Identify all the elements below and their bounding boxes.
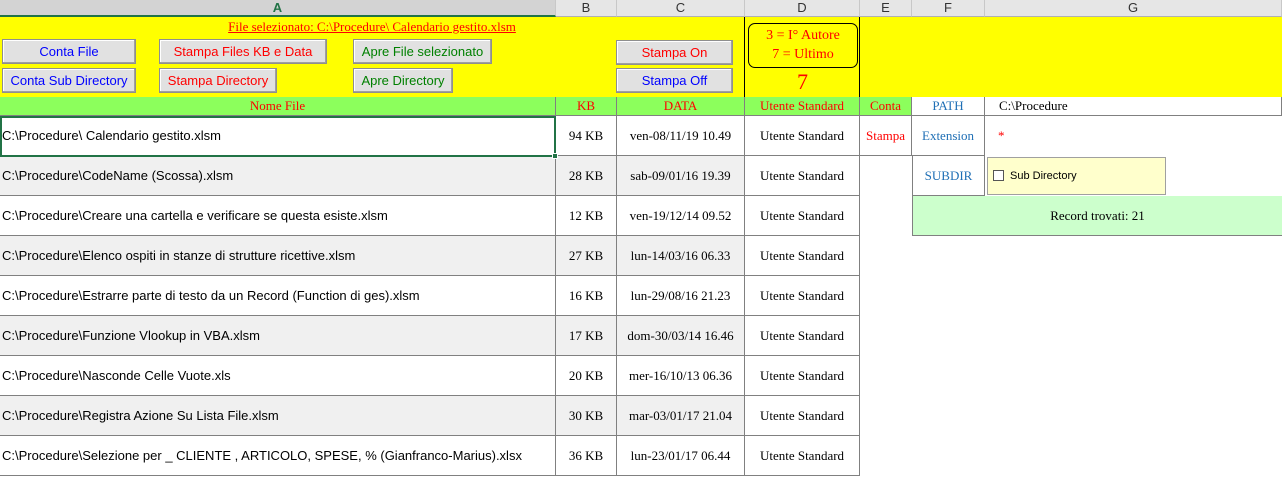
apre-file-button[interactable]: Apre File selezionato: [353, 39, 492, 64]
file-size-cell[interactable]: 17 KB: [556, 316, 617, 356]
header-conta: Conta: [860, 97, 912, 116]
file-date-cell[interactable]: lun-29/08/16 21.23: [617, 276, 745, 316]
file-name-cell[interactable]: C:\Procedure\Registra Azione Su Lista Fi…: [0, 396, 556, 436]
apre-directory-button[interactable]: Apre Directory: [353, 68, 453, 93]
path-value[interactable]: C:\Procedure: [985, 97, 1282, 116]
stampa-off-button[interactable]: Stampa Off: [616, 68, 733, 93]
fill-handle[interactable]: [552, 153, 558, 159]
conta-file-button[interactable]: Conta File: [2, 39, 136, 64]
file-date-cell[interactable]: lun-14/03/16 06.33: [617, 236, 745, 276]
file-name-cell[interactable]: C:\Procedure\Nasconde Celle Vuote.xls: [0, 356, 556, 396]
file-date-cell[interactable]: sab-09/01/16 19.39: [617, 156, 745, 196]
file-name-cell[interactable]: C:\Procedure\Creare una cartella e verif…: [0, 196, 556, 236]
file-user-cell[interactable]: Utente Standard: [745, 116, 860, 156]
stampa-files-kb-button[interactable]: Stampa Files KB e Data: [159, 39, 327, 64]
file-size-cell[interactable]: 12 KB: [556, 196, 617, 236]
file-user-cell[interactable]: Utente Standard: [745, 316, 860, 356]
file-user-cell[interactable]: Utente Standard: [745, 436, 860, 476]
file-name-cell[interactable]: C:\Procedure\CodeName (Scossa).xlsm: [0, 156, 556, 196]
file-size-cell[interactable]: 20 KB: [556, 356, 617, 396]
file-size-cell[interactable]: 16 KB: [556, 276, 617, 316]
file-size-cell[interactable]: 27 KB: [556, 236, 617, 276]
column-header-b[interactable]: B: [556, 0, 617, 17]
file-name-cell[interactable]: C:\Procedure\Estrarre parte di testo da …: [0, 276, 556, 316]
column-header-d[interactable]: D: [745, 0, 860, 17]
selected-file-label: File selezionato: C:\Procedure\ Calendar…: [228, 19, 516, 34]
header-data: DATA: [617, 97, 745, 116]
column-header-c[interactable]: C: [617, 0, 745, 17]
file-name-cell[interactable]: C:\Procedure\ Calendario gestito.xlsm: [0, 116, 556, 156]
subdir-label: SUBDIR: [912, 156, 985, 196]
records-found: Record trovati: 21: [912, 196, 1282, 236]
header-path: PATH: [912, 97, 985, 116]
header-nome-file: Nome File: [0, 97, 556, 116]
file-user-cell[interactable]: Utente Standard: [745, 396, 860, 436]
file-name-cell[interactable]: C:\Procedure\Funzione Vlookup in VBA.xls…: [0, 316, 556, 356]
subdir-checkbox-frame[interactable]: Sub Directory: [987, 157, 1166, 195]
header-kb: KB: [556, 97, 617, 116]
file-user-cell[interactable]: Utente Standard: [745, 356, 860, 396]
info-value: 7: [797, 69, 808, 94]
file-date-cell[interactable]: lun-23/01/17 06.44: [617, 436, 745, 476]
file-user-cell[interactable]: Utente Standard: [745, 276, 860, 316]
file-size-cell[interactable]: 28 KB: [556, 156, 617, 196]
file-size-cell[interactable]: 30 KB: [556, 396, 617, 436]
extension-value[interactable]: *: [998, 116, 1038, 156]
column-header-f[interactable]: F: [912, 0, 985, 17]
column-header-e[interactable]: E: [860, 0, 912, 17]
file-size-cell[interactable]: 94 KB: [556, 116, 617, 156]
file-date-cell[interactable]: ven-08/11/19 10.49: [617, 116, 745, 156]
file-date-cell[interactable]: ven-19/12/14 09.52: [617, 196, 745, 236]
header-utente: Utente Standard: [745, 97, 860, 116]
info-line-1: 3 = I° Autore: [766, 28, 840, 43]
extension-label: Extension: [912, 116, 985, 156]
column-header-g[interactable]: G: [985, 0, 1282, 17]
file-date-cell[interactable]: mar-03/01/17 21.04: [617, 396, 745, 436]
file-name-cell[interactable]: C:\Procedure\Selezione per _ CLIENTE , A…: [0, 436, 556, 476]
info-box: 3 = I° Autore 7 = Ultimo: [748, 23, 858, 68]
stampa-cell[interactable]: Stampa: [860, 116, 912, 156]
info-line-2: 7 = Ultimo: [772, 47, 834, 62]
file-name-cell[interactable]: C:\Procedure\Elenco ospiti in stanze di …: [0, 236, 556, 276]
file-user-cell[interactable]: Utente Standard: [745, 236, 860, 276]
file-date-cell[interactable]: mer-16/10/13 06.36: [617, 356, 745, 396]
file-user-cell[interactable]: Utente Standard: [745, 196, 860, 236]
stampa-on-button[interactable]: Stampa On: [616, 40, 733, 65]
file-user-cell[interactable]: Utente Standard: [745, 156, 860, 196]
file-size-cell[interactable]: 36 KB: [556, 436, 617, 476]
column-header-a[interactable]: A: [0, 0, 556, 17]
checkbox-icon[interactable]: [993, 170, 1004, 181]
stampa-directory-button[interactable]: Stampa Directory: [159, 68, 277, 93]
file-date-cell[interactable]: dom-30/03/14 16.46: [617, 316, 745, 356]
conta-subdir-button[interactable]: Conta Sub Directory: [2, 68, 136, 93]
subdir-checkbox-label: Sub Directory: [1010, 170, 1077, 182]
